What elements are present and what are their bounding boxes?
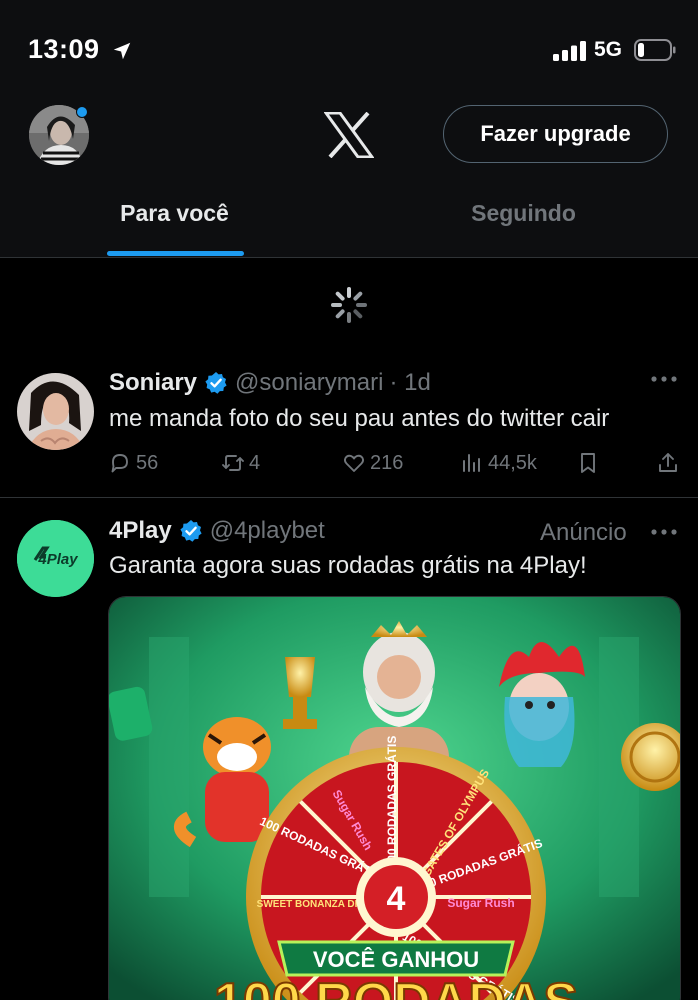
tweet-header: 4Play @4playbet [109,517,325,545]
heart-icon [343,454,365,472]
logo-text: 4Play [37,551,78,568]
clock: 13:09 [28,34,100,64]
author-handle[interactable]: @soniarymari [235,369,383,397]
reply-button[interactable]: 56 [108,451,158,475]
upgrade-button[interactable]: Fazer upgrade [443,105,668,163]
retweet-button[interactable]: 4 [221,451,260,475]
wheel-center-mark: 4 [387,880,406,918]
tweet-author-avatar[interactable] [17,373,94,450]
tab-for-you[interactable]: Para você [0,200,349,227]
x-logo-icon[interactable] [324,112,374,158]
tweet-actions: 56 4 216 44,5k [108,451,683,481]
wheel-label: 100 RODADAS GRÁTIS [384,736,399,869]
network-type: 5G [594,38,623,61]
tweet-author-avatar[interactable]: 4Play [17,520,94,597]
like-button[interactable]: 216 [342,451,403,475]
status-bar: 13:09 5G [0,0,698,100]
author-name[interactable]: Soniary [109,369,197,397]
4play-logo-icon: 4Play [17,520,94,597]
cellular-signal-icon [553,41,586,61]
views-button[interactable]: 44,5k [460,451,537,475]
tweet-time[interactable]: · 1d [389,369,430,397]
tab-following[interactable]: Seguindo [349,200,698,227]
retweet-icon [222,455,244,471]
like-count: 216 [370,451,404,474]
verified-badge-icon [205,372,227,394]
more-options-icon[interactable] [650,528,678,536]
promo-image[interactable]: 100 RODADAS GRÁTIS GATES OF OLYMPUS 100 … [108,596,681,1000]
battery-icon [634,39,676,61]
wheel-label: SWEET BONANZA DICE [257,899,372,910]
share-icon [659,453,677,472]
share-button[interactable] [656,451,684,475]
reply-count: 56 [136,451,159,474]
retweet-count: 4 [249,451,261,474]
promo-banner-text: VOCÊ GANHOU [313,947,479,972]
ad-label: Anúncio [540,519,627,546]
loading-spinner-icon [331,287,367,323]
promo-headline: 100 RODADAS [214,973,578,1000]
author-name[interactable]: 4Play [109,517,172,545]
active-tab-indicator [107,251,244,256]
notification-dot [76,106,88,118]
wheel-label: Sugar Rush [447,896,514,910]
promoted-tweet[interactable]: 4Play 4Play @4playbet Anúncio Garanta ag… [0,498,698,1000]
views-count: 44,5k [488,451,537,474]
verified-badge-icon [180,520,202,542]
tweet-text: me manda foto do seu pau antes do twitte… [109,405,610,432]
views-chart-icon [463,454,480,472]
top-header: Fazer upgrade Para você Seguindo [0,100,698,258]
tweet[interactable]: Soniary @soniarymari · 1d me manda foto … [0,355,698,498]
tweet-header: Soniary @soniarymari · 1d [109,369,431,397]
tweet-text: Garanta agora suas rodadas grátis na 4Pl… [109,552,587,579]
author-handle[interactable]: @4playbet [210,517,325,545]
more-options-icon[interactable] [650,375,678,383]
reply-icon [111,454,128,473]
bookmark-icon [581,453,595,473]
location-arrow-icon [113,42,131,60]
bookmark-button[interactable] [576,451,604,475]
